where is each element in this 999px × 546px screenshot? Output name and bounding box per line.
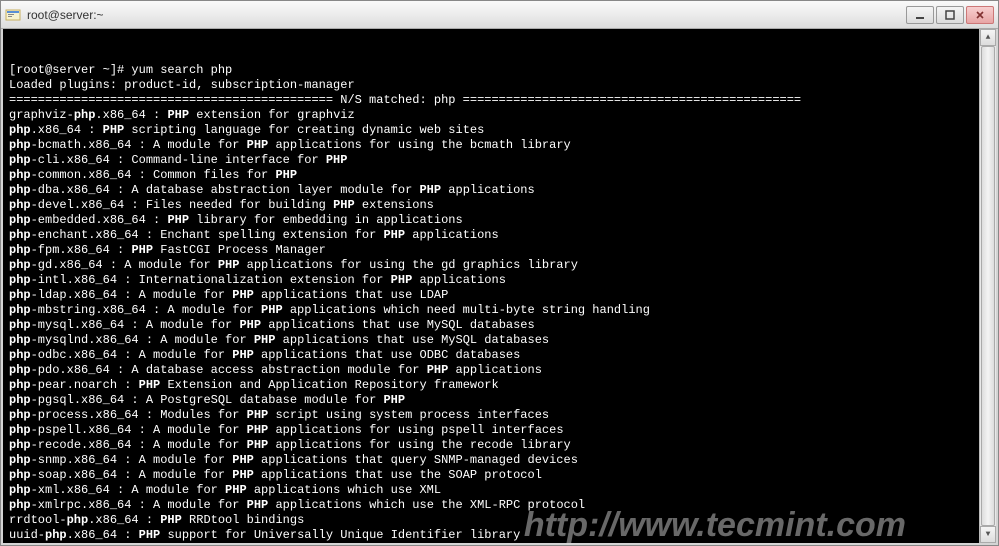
terminal-output: [root@server ~]# yum search php Loaded p…	[9, 63, 990, 543]
terminal-window: root@server:~ [root@server ~]# yum searc…	[0, 0, 999, 546]
close-button[interactable]	[966, 6, 994, 24]
scroll-up-arrow[interactable]: ▲	[980, 29, 996, 46]
minimize-button[interactable]	[906, 6, 934, 24]
maximize-button[interactable]	[936, 6, 964, 24]
titlebar[interactable]: root@server:~	[1, 1, 998, 29]
window-controls	[906, 6, 994, 24]
terminal-area[interactable]: [root@server ~]# yum search php Loaded p…	[1, 29, 998, 545]
prompt: [root@server ~]#	[9, 63, 131, 77]
app-icon	[5, 7, 21, 23]
window-title: root@server:~	[27, 8, 906, 22]
